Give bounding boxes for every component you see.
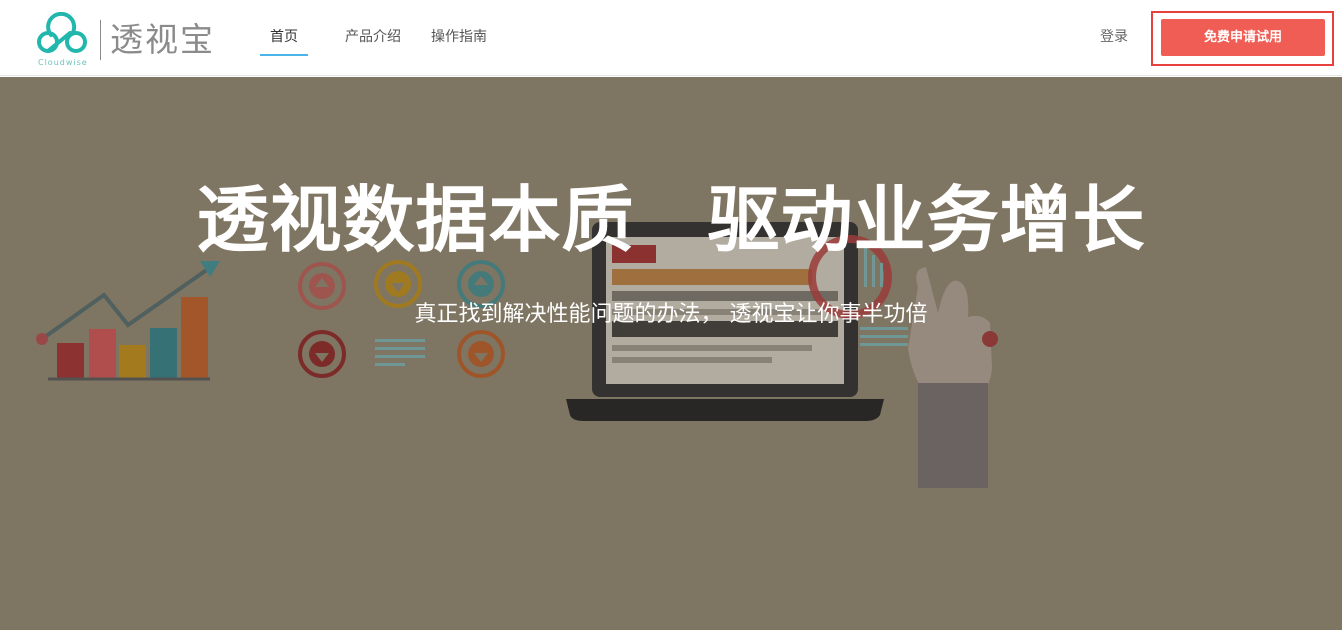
nav-item-label: 操作指南	[431, 29, 487, 45]
top-header: Cloudwise 透视宝 首页 产品介绍 操作指南 登录 免费申请试用	[0, 0, 1342, 76]
hero-title: 透视数据本质 驱动业务增长	[196, 178, 1146, 262]
nav-item-guide[interactable]: 操作指南	[424, 0, 494, 76]
main-nav: 首页 产品介绍 操作指南	[258, 0, 494, 76]
brand-name: 透视宝	[110, 20, 215, 59]
logo-divider	[100, 20, 101, 60]
nav-item-label: 首页	[270, 29, 298, 45]
brand-subtitle: Cloudwise	[38, 58, 88, 67]
free-trial-button[interactable]: 免费申请试用	[1161, 19, 1325, 56]
brand-logo[interactable]: Cloudwise 透视宝	[34, 12, 224, 68]
active-nav-indicator	[260, 54, 308, 56]
hero-illustration	[36, 222, 998, 488]
hero-banner: 透视数据本质 驱动业务增长 真正找到解决性能问题的办法， 透视宝让你事半功倍	[0, 77, 1342, 630]
hero-subtitle: 真正找到解决性能问题的办法， 透视宝让你事半功倍	[414, 302, 928, 327]
login-link[interactable]: 登录	[1100, 26, 1128, 46]
nav-item-products[interactable]: 产品介绍	[330, 0, 416, 76]
nav-item-home[interactable]: 首页	[258, 0, 310, 76]
nav-item-label: 产品介绍	[345, 29, 401, 45]
